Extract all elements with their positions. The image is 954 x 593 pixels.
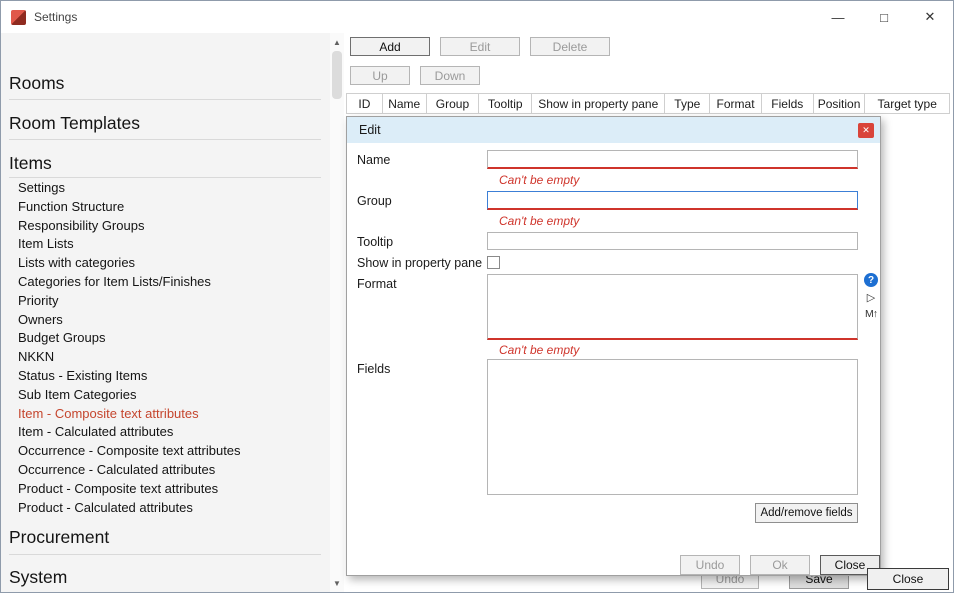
sidebar-item-categories-for-item-lists[interactable]: Categories for Item Lists/Finishes: [1, 273, 330, 292]
app-icon: [11, 10, 26, 25]
sidebar-item-product-calculated-attributes[interactable]: Product - Calculated attributes: [1, 499, 330, 518]
sidebar-item-item-composite-text-attributes[interactable]: Item - Composite text attributes: [1, 405, 330, 424]
sidebar-item-product-composite-text-attributes[interactable]: Product - Composite text attributes: [1, 480, 330, 499]
sidebar-section-room-templates[interactable]: Room Templates: [9, 113, 140, 134]
delete-button[interactable]: Delete: [530, 37, 610, 56]
sidebar-item-occurrence-composite-text-attributes[interactable]: Occurrence - Composite text attributes: [1, 442, 330, 461]
group-label: Group: [357, 194, 392, 208]
sidebar-item-owners[interactable]: Owners: [1, 311, 330, 330]
add-remove-fields-button[interactable]: Add/remove fields: [755, 503, 858, 523]
format-error: Can't be empty: [499, 343, 579, 357]
add-button[interactable]: Add: [350, 37, 430, 56]
sidebar-scrollbar[interactable]: ▲ ▼: [330, 33, 344, 592]
settings-window: Settings — □ ✕ Rooms Room Templates Item…: [0, 0, 954, 593]
column-header-tooltip[interactable]: Tooltip: [479, 94, 532, 113]
tooltip-field[interactable]: [487, 232, 858, 250]
sidebar-item-function-structure[interactable]: Function Structure: [1, 198, 330, 217]
sidebar-item-status-existing-items[interactable]: Status - Existing Items: [1, 367, 330, 386]
help-icon[interactable]: ?: [864, 273, 878, 287]
edit-dialog-title: Edit: [359, 123, 381, 137]
sidebar-item-settings[interactable]: Settings: [1, 179, 330, 198]
attributes-table-header: ID Name Group Tooltip Show in property p…: [346, 93, 950, 114]
sidebar: Rooms Room Templates Items Settings Func…: [1, 33, 330, 592]
section-divider: [9, 177, 321, 178]
down-button[interactable]: Down: [420, 66, 480, 85]
fields-field[interactable]: [487, 359, 858, 495]
column-header-type[interactable]: Type: [665, 94, 710, 113]
edit-dialog-header: Edit ✕: [347, 117, 880, 143]
column-header-format[interactable]: Format: [710, 94, 762, 113]
name-error: Can't be empty: [499, 173, 579, 187]
column-header-fields[interactable]: Fields: [762, 94, 814, 113]
group-error: Can't be empty: [499, 214, 579, 228]
dialog-close-icon[interactable]: ✕: [858, 123, 874, 138]
format-side-icons: ? ▷ M↑: [861, 273, 881, 320]
section-divider: [9, 554, 321, 555]
tooltip-label: Tooltip: [357, 235, 393, 249]
sidebar-item-item-lists[interactable]: Item Lists: [1, 235, 330, 254]
sidebar-section-system[interactable]: System: [9, 567, 67, 588]
show-in-property-pane-label: Show in property pane: [357, 256, 482, 270]
column-header-name[interactable]: Name: [383, 94, 427, 113]
sidebar-item-sub-item-categories[interactable]: Sub Item Categories: [1, 386, 330, 405]
column-header-target-type[interactable]: Target type: [865, 94, 950, 113]
name-field[interactable]: [487, 150, 858, 169]
sidebar-section-items[interactable]: Items: [9, 153, 52, 174]
minimize-icon[interactable]: —: [815, 1, 861, 33]
fields-label: Fields: [357, 362, 390, 376]
group-field[interactable]: [487, 191, 858, 210]
edit-button[interactable]: Edit: [440, 37, 520, 56]
sidebar-item-item-calculated-attributes[interactable]: Item - Calculated attributes: [1, 423, 330, 442]
column-header-id[interactable]: ID: [347, 94, 383, 113]
window-controls: — □ ✕: [815, 1, 953, 33]
section-divider: [9, 99, 321, 100]
scroll-up-icon[interactable]: ▲: [330, 35, 344, 49]
window-close-button[interactable]: Close: [867, 568, 949, 590]
macro-icon[interactable]: M↑: [865, 308, 877, 320]
sidebar-item-responsibility-groups[interactable]: Responsibility Groups: [1, 217, 330, 236]
column-header-group[interactable]: Group: [427, 94, 480, 113]
scrollbar-thumb[interactable]: [332, 51, 342, 99]
close-icon[interactable]: ✕: [907, 1, 953, 33]
sidebar-section-procurement[interactable]: Procurement: [9, 527, 109, 548]
section-divider: [9, 139, 321, 140]
items-nav-list: Settings Function Structure Responsibili…: [1, 179, 330, 517]
dialog-ok-button[interactable]: Ok: [750, 555, 810, 575]
window-title: Settings: [34, 10, 77, 24]
column-header-position[interactable]: Position: [814, 94, 866, 113]
title-bar: Settings — □ ✕: [1, 1, 953, 33]
up-button[interactable]: Up: [350, 66, 410, 85]
sidebar-item-priority[interactable]: Priority: [1, 292, 330, 311]
name-label: Name: [357, 153, 390, 167]
format-label: Format: [357, 277, 397, 291]
column-header-show-in-property-pane[interactable]: Show in property pane: [532, 94, 665, 113]
sidebar-item-occurrence-calculated-attributes[interactable]: Occurrence - Calculated attributes: [1, 461, 330, 480]
maximize-icon[interactable]: □: [861, 1, 907, 33]
sidebar-item-nkkn[interactable]: NKKN: [1, 348, 330, 367]
sidebar-section-rooms[interactable]: Rooms: [9, 73, 64, 94]
scroll-down-icon[interactable]: ▼: [330, 576, 344, 590]
dialog-undo-button[interactable]: Undo: [680, 555, 740, 575]
format-field[interactable]: [487, 274, 858, 340]
expand-icon[interactable]: ▷: [867, 291, 875, 304]
show-in-property-pane-checkbox[interactable]: [487, 256, 500, 269]
sidebar-item-lists-with-categories[interactable]: Lists with categories: [1, 254, 330, 273]
edit-dialog: Edit ✕ Name Can't be empty Group Can't b…: [346, 116, 881, 576]
sidebar-item-budget-groups[interactable]: Budget Groups: [1, 329, 330, 348]
